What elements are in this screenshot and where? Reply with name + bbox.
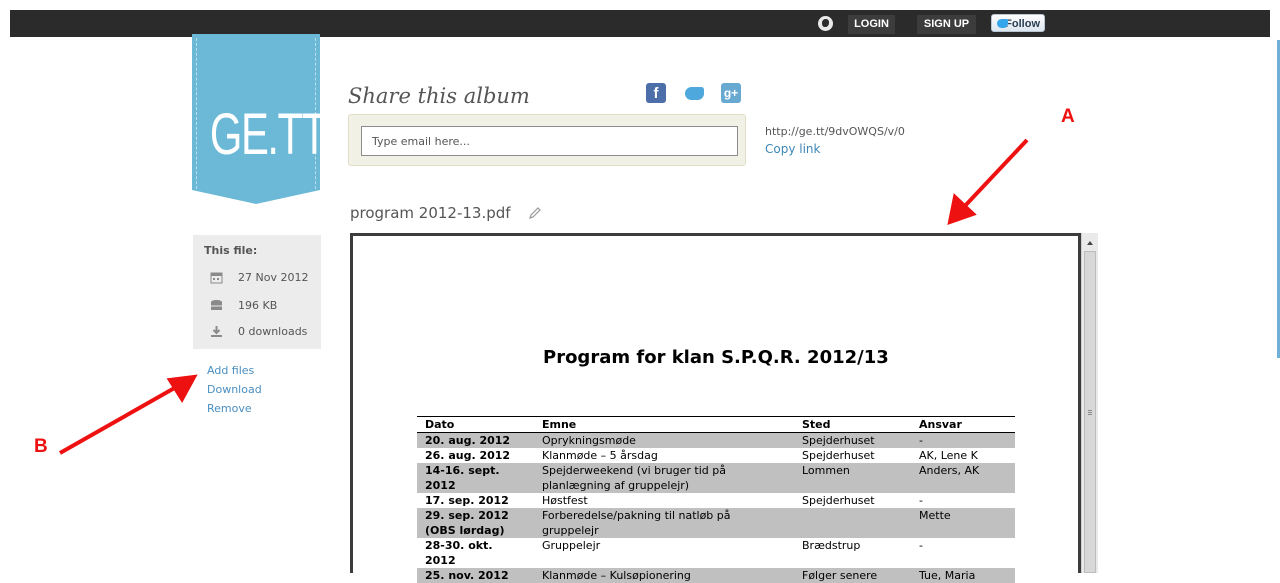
table-cell-emne: Forberedelse/pakning til natløb på grupp… <box>534 508 794 538</box>
table-cell-emne: Oprykningsmøde <box>534 432 794 448</box>
viewer-scrollbar[interactable] <box>1081 233 1098 573</box>
table-cell-emne: Høstfest <box>542 494 588 507</box>
table-cell-ansvar: Mette <box>911 508 1015 538</box>
table-cell-ansvar: - <box>919 494 923 507</box>
column-header: Ansvar <box>911 416 1015 433</box>
table-cell-dato: 20. aug. 2012 <box>417 432 534 448</box>
scroll-thumb[interactable] <box>1084 251 1096 573</box>
arrow-a <box>961 138 1029 210</box>
arrow-b-head <box>166 374 198 403</box>
table-cell-sted: Spejderhuset <box>802 494 875 507</box>
table-row: 20. aug. 2012 Oprykningsmøde Spejderhuset - <box>417 432 1015 448</box>
table-cell-emne: Klanmøde – 5 årsdag <box>542 449 658 462</box>
table-cell-ansvar: - <box>919 539 923 552</box>
table-cell-sted: Følger senere <box>794 568 911 583</box>
table-cell-ansvar: AK, Lene K <box>919 449 978 462</box>
table-cell-dato: 17. sep. 2012 <box>425 494 509 507</box>
file-info-title: This file: <box>204 244 258 257</box>
table-cell-dato: 26. aug. 2012 <box>425 449 511 462</box>
table-cell-sted: Lommen <box>794 463 911 493</box>
table-cell-sted: Brædstrup <box>802 539 861 552</box>
file-size: 196 KB <box>238 299 278 312</box>
calendar-icon <box>210 272 223 284</box>
table-cell-emne: Spejderweekend (vi bruger tid på planlæg… <box>534 463 794 493</box>
download-link[interactable]: Download <box>207 383 262 396</box>
table-cell-dato: 14-16. sept. 2012 <box>417 463 534 493</box>
table-cell-emne: Gruppelejr <box>542 539 601 552</box>
table-cell-emne: Klanmøde – Kulsøpionering <box>534 568 794 583</box>
column-header: Emne <box>534 416 794 433</box>
program-table: Dato Emne Sted Ansvar 20. aug. 2012 Opryk… <box>417 416 1015 583</box>
table-row: 28-30. okt. 2012 Gruppelejr Brædstrup - <box>417 538 1015 568</box>
table-cell-dato: 28-30. okt. 2012 <box>425 539 493 567</box>
table-cell-sted: Spejderhuset <box>794 432 911 448</box>
column-header: Dato <box>417 416 534 433</box>
table-cell-sted <box>794 508 911 538</box>
file-date: 27 Nov 2012 <box>238 271 309 284</box>
file-name: program 2012-13.pdf <box>350 204 511 222</box>
remove-link[interactable]: Remove <box>207 402 252 415</box>
download-icon <box>211 326 222 337</box>
table-cell-ansvar: Anders, AK <box>911 463 1015 493</box>
table-cell-sted: Spejderhuset <box>802 449 875 462</box>
table-cell-dato: 25. nov. 2012 <box>417 568 534 583</box>
table-row: 17. sep. 2012 Høstfest Spejderhuset - <box>417 493 1015 508</box>
file-downloads: 0 downloads <box>238 325 308 338</box>
table-cell-dato: 29. sep. 2012 (OBS lørdag) <box>417 508 534 538</box>
database-icon <box>211 300 222 310</box>
table-cell-ansvar: Tue, Maria <box>911 568 1015 583</box>
arrow-b <box>59 384 179 455</box>
document-title: Program for klan S.P.Q.R. 2012/13 <box>543 347 889 368</box>
column-header: Sted <box>794 416 911 433</box>
table-row: 29. sep. 2012 (OBS lørdag) Forberedelse/p… <box>417 508 1015 538</box>
scroll-up-arrow-icon[interactable] <box>1087 241 1093 245</box>
pencil-icon[interactable] <box>528 206 542 220</box>
table-row: 25. nov. 2012 Klanmøde – Kulsøpionering Fø… <box>417 568 1015 583</box>
table-row: 26. aug. 2012 Klanmøde – 5 årsdag Spejderh… <box>417 448 1015 463</box>
table-cell-ansvar: - <box>911 432 1015 448</box>
table-row: 14-16. sept. 2012 Spejderweekend (vi brug… <box>417 463 1015 493</box>
add-files-link[interactable]: Add files <box>207 364 254 377</box>
pdf-viewer[interactable]: Program for klan S.P.Q.R. 2012/13 Dato E… <box>350 233 1081 583</box>
